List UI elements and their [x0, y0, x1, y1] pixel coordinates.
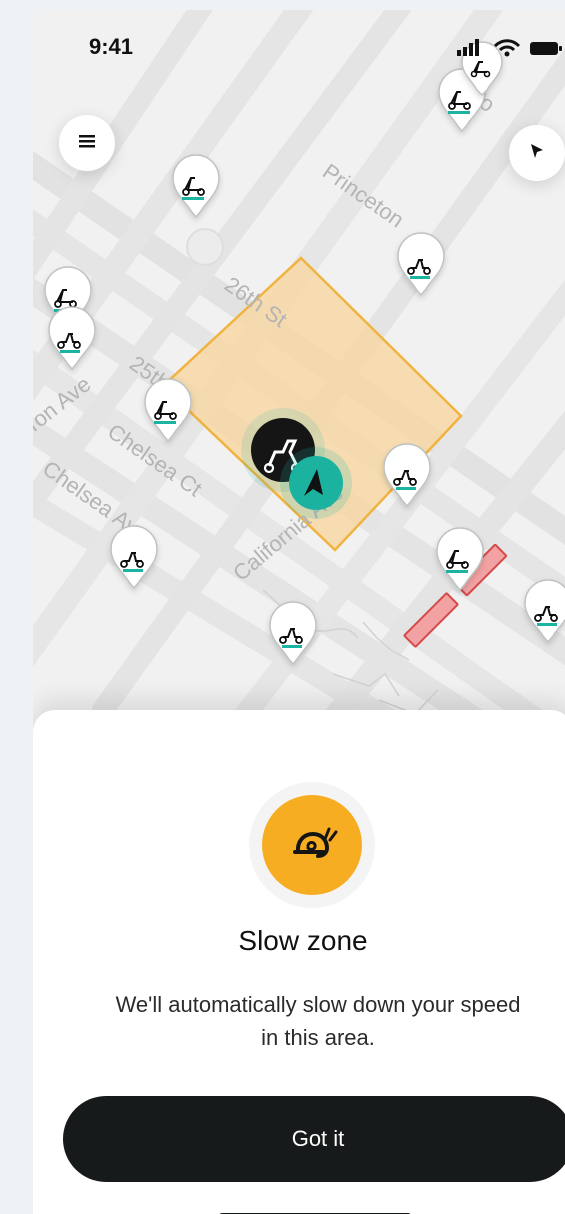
- sheet-description: We'll automatically slow down your speed…: [115, 992, 521, 1050]
- slow-zone-icon-circle: [262, 795, 362, 895]
- slow-zone-sheet: Slow zone We'll automatically slow down …: [33, 710, 565, 1214]
- status-bar: 9:41: [33, 10, 565, 80]
- map-view[interactable]: Princeton 26th St 25th St Chelsea Ct Che…: [33, 10, 565, 770]
- status-icons: [455, 38, 565, 63]
- got-it-label: Got it: [291, 1126, 345, 1151]
- wifi-icon: [493, 38, 521, 63]
- phone-screen: Princeton 26th St 25th St Chelsea Ct Che…: [33, 10, 565, 1214]
- locate-button[interactable]: [509, 125, 565, 181]
- got-it-button[interactable]: Got it: [63, 1096, 565, 1182]
- battery-icon: [529, 38, 565, 63]
- navigation-arrow-icon: [528, 142, 546, 165]
- status-time: 9:41: [89, 34, 134, 59]
- menu-icon: [77, 133, 97, 154]
- menu-button[interactable]: [59, 115, 115, 171]
- slow-zone-icon-wrap: [249, 782, 375, 908]
- snail-icon: [286, 822, 338, 869]
- sheet-title: Slow zone: [238, 925, 368, 956]
- page: Princeton 26th St 25th St Chelsea Ct Che…: [0, 0, 565, 1214]
- user-location-marker[interactable]: [280, 447, 352, 519]
- signal-icon: [455, 38, 485, 63]
